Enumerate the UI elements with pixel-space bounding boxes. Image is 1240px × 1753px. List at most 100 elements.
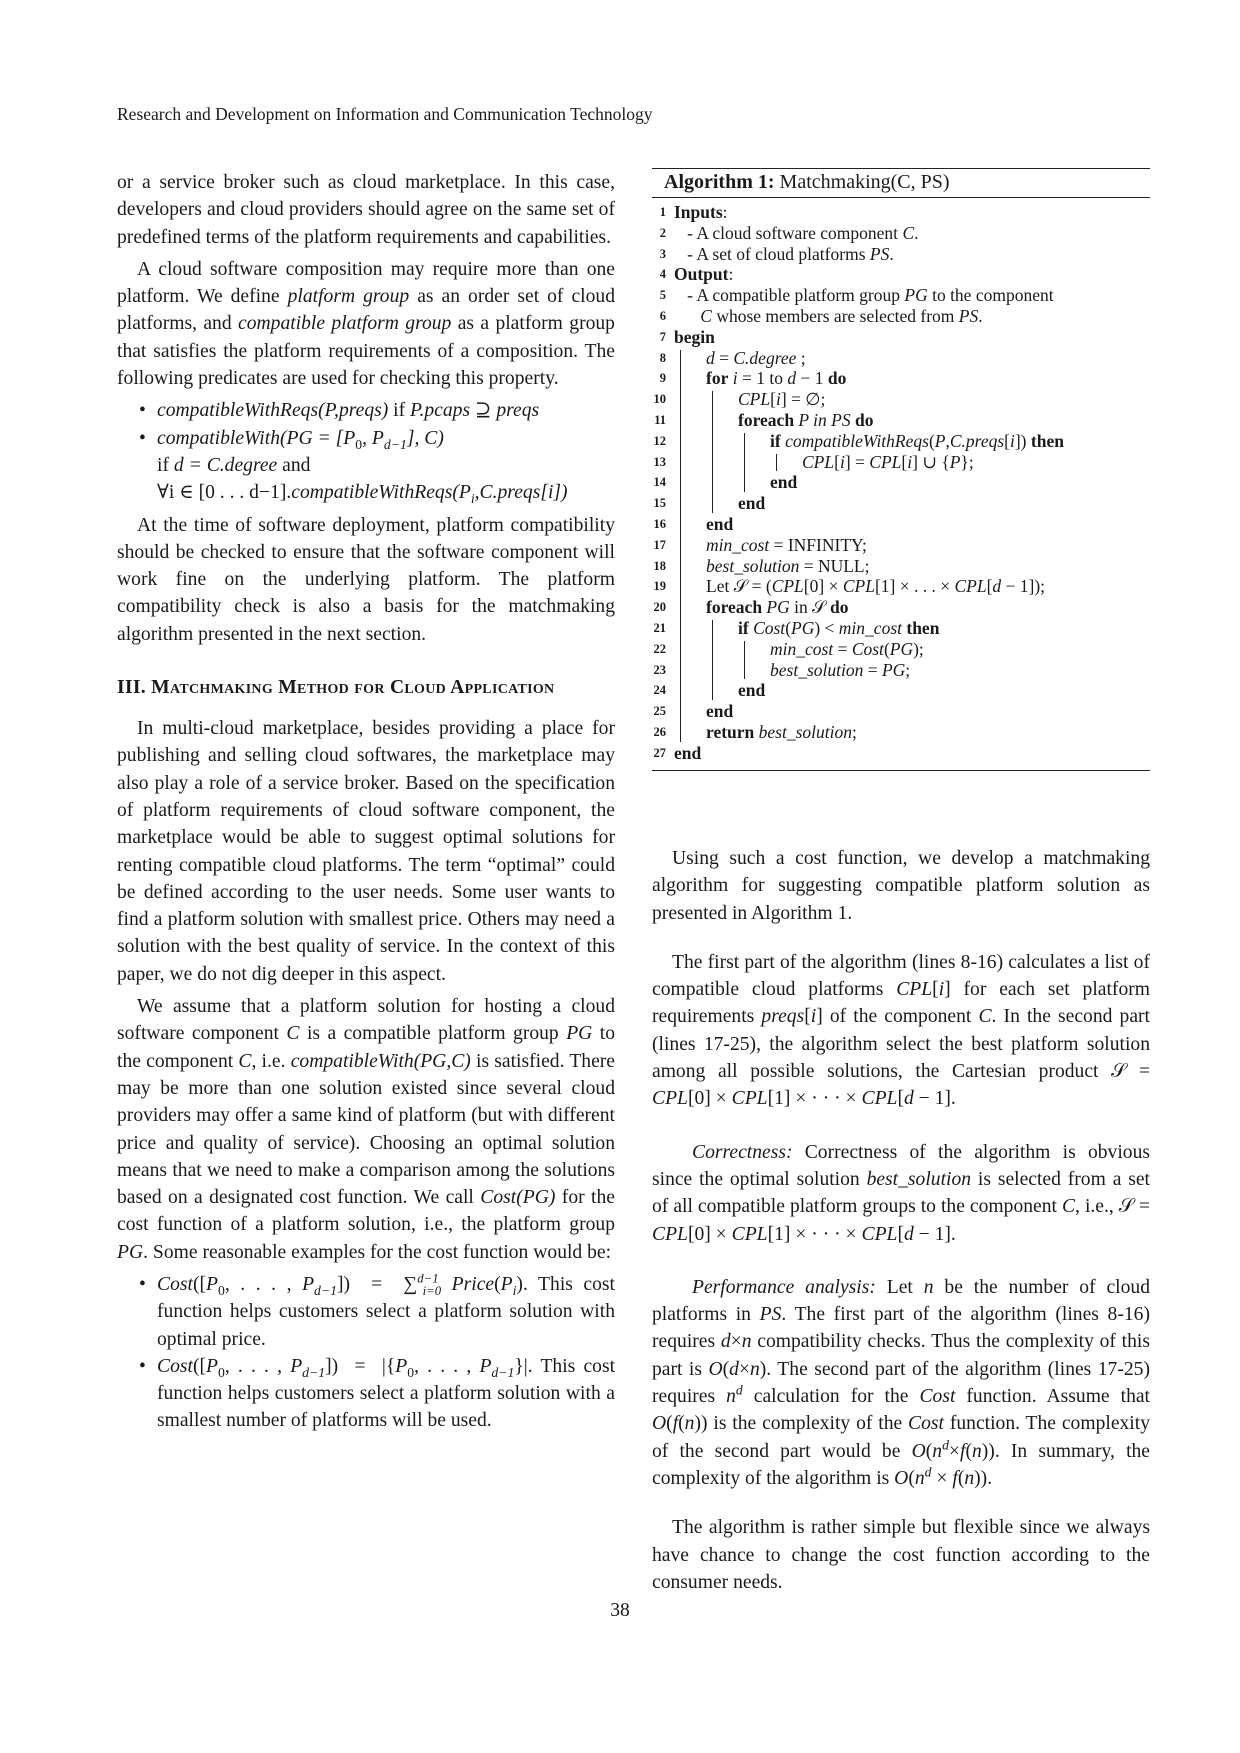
predicate-compatible-with: compatibleWith(PG = [P0, Pd−1], C) xyxy=(117,425,615,453)
line-code: - A set of cloud platforms PS. xyxy=(674,243,894,264)
algorithm-line: 9 for i = 1 to d − 1 do xyxy=(652,368,1150,389)
block-indent-bar xyxy=(744,640,745,680)
line-number: 15 xyxy=(653,496,667,511)
line-number: 20 xyxy=(653,600,667,615)
line-code: CPL[i] = CPL[i] ∪ {P}; xyxy=(802,451,974,472)
left-column: or a service broker such as cloud market… xyxy=(117,169,615,1435)
line-code: Let 𝒮 = (CPL[0] × CPL[1] × . . . × CPL[d… xyxy=(706,576,1046,597)
algorithm-line: 22 min_cost = Cost(PG); xyxy=(652,639,1150,660)
line-number: 10 xyxy=(653,392,667,407)
algorithm-line: 6 C whose members are selected from PS. xyxy=(652,306,1150,327)
paragraph-platform-group: A cloud software composition may require… xyxy=(117,258,615,390)
algorithm-line: 21 if Cost(PG) < min_cost then xyxy=(652,618,1150,639)
predicate-condition: if d = C.degree and xyxy=(157,454,311,476)
algorithm-line: 15 end xyxy=(652,493,1150,514)
line-number: 2 xyxy=(659,225,666,240)
paragraph: or a service broker such as cloud market… xyxy=(117,172,615,248)
line-number: 12 xyxy=(653,433,667,448)
algorithm-line: 14 end xyxy=(652,472,1150,493)
line-number: 14 xyxy=(653,475,667,490)
cost-function-price: Cost([P0, . . . , Pd−1]) = ∑d−1i=0 Price… xyxy=(117,1271,615,1353)
line-number: 4 xyxy=(659,267,666,282)
line-code: Inputs: xyxy=(674,202,728,222)
page-number: 38 xyxy=(610,1600,630,1621)
algorithm-line: 19 Let 𝒮 = (CPL[0] × CPL[1] × . . . × CPL… xyxy=(652,576,1150,597)
algorithm-line: 5 - A compatible platform group PG to th… xyxy=(652,285,1150,306)
running-header: Research and Development on Information … xyxy=(117,104,653,124)
line-number: 25 xyxy=(653,704,667,719)
line-number: 3 xyxy=(659,246,666,261)
line-number: 13 xyxy=(653,454,667,469)
line-code: best_solution = NULL; xyxy=(706,555,870,576)
paragraph: Using such a cost function, we develop a… xyxy=(652,848,1150,924)
line-number: 18 xyxy=(653,558,667,573)
line-code: C whose members are selected from PS. xyxy=(700,305,983,326)
line-number: 6 xyxy=(659,308,666,323)
algorithm-line: 25 end xyxy=(652,701,1150,722)
line-code: d = C.degree ; xyxy=(706,347,806,368)
line-number: 27 xyxy=(653,745,667,760)
predicate-compatible-with-reqs: compatibleWithReqs(P,preqs) if P.pcaps ⊇… xyxy=(117,397,615,425)
algorithm-line: 10 CPL[i] = ∅; xyxy=(652,389,1150,410)
predicate-condition-forall: ∀i ∈ [0 . . . d−1].compatibleWithReqs(Pi… xyxy=(157,482,568,507)
paragraph-cost-function: We assume that a platform solution for h… xyxy=(117,996,616,1263)
algorithm-title: Algorithm 1: Matchmaking(C, PS) xyxy=(652,169,1150,198)
line-number: 5 xyxy=(659,288,666,303)
line-number: 17 xyxy=(653,537,667,552)
cost-function-count: Cost([P0, . . . , Pd−1]) = |{P0, . . . ,… xyxy=(117,1353,615,1435)
algorithm-line: 18 best_solution = NULL; xyxy=(652,556,1150,577)
line-code: - A compatible platform group PG to the … xyxy=(674,285,1054,306)
line-code: Output: xyxy=(674,264,734,285)
algorithm-line: 27 end xyxy=(652,743,1150,764)
line-code: min_cost = Cost(PG); xyxy=(770,638,924,659)
line-number: 1 xyxy=(659,205,666,219)
line-number: 8 xyxy=(659,350,666,365)
algorithm-line: 4 Output: xyxy=(652,264,1150,285)
algorithm-line: 26 return best_solution; xyxy=(652,722,1150,743)
block-indent-bar xyxy=(776,453,777,472)
algorithm-line: 1 Inputs: xyxy=(652,202,1150,223)
line-code: return best_solution; xyxy=(706,721,857,742)
line-code: end xyxy=(706,701,734,722)
line-code: min_cost = INFINITY; xyxy=(706,534,867,555)
line-code: foreach PG in 𝒮 do xyxy=(706,597,849,618)
line-code: best_solution = PG; xyxy=(770,659,911,680)
algorithm-line: 20 foreach PG in 𝒮 do xyxy=(652,597,1150,618)
line-number: 26 xyxy=(653,724,667,739)
block-indent-bar xyxy=(744,432,745,493)
line-code: for i = 1 to d − 1 do xyxy=(706,368,847,389)
line-code: end xyxy=(738,493,766,514)
algorithm-line: 7 begin xyxy=(652,327,1150,348)
line-number: 21 xyxy=(653,620,667,635)
paragraph: The algorithm is rather simple but flexi… xyxy=(652,1517,1150,1593)
line-code: - A cloud software component C. xyxy=(674,222,919,243)
algorithm-line: 17 min_cost = INFINITY; xyxy=(652,535,1150,556)
line-number: 9 xyxy=(659,371,666,386)
algorithm-body: 1 Inputs: 2 - A cloud software component C… xyxy=(652,198,1150,771)
line-number: 24 xyxy=(653,683,667,698)
line-number: 23 xyxy=(653,662,667,677)
line-code: end xyxy=(674,742,702,763)
algorithm-line: 12 if compatibleWithReqs(P,C.preqs[i]) th… xyxy=(652,431,1150,452)
line-number: 22 xyxy=(653,641,667,656)
line-code: if Cost(PG) < min_cost then xyxy=(738,617,940,638)
paragraph-performance-analysis: Performance analysis: Let n be the numbe… xyxy=(652,1276,1151,1489)
algorithm-line: 23 best_solution = PG; xyxy=(652,660,1150,681)
line-code: end xyxy=(770,472,798,493)
line-code: end xyxy=(738,680,766,701)
line-code: if compatibleWithReqs(P,C.preqs[i]) then xyxy=(770,430,1064,451)
line-number: 7 xyxy=(659,329,666,344)
paragraph: In multi-cloud marketplace, besides prov… xyxy=(117,718,615,985)
paragraph-algorithm-explanation: The first part of the algorithm (lines 8… xyxy=(652,951,1151,1110)
algorithm-line: 8 d = C.degree ; xyxy=(652,348,1150,369)
algorithm-box: Algorithm 1: Matchmaking(C, PS) 1 Inputs:… xyxy=(652,168,1150,771)
block-indent-bar xyxy=(712,620,713,701)
algorithm-line: 3 - A set of cloud platforms PS. xyxy=(652,244,1150,265)
block-indent-bar xyxy=(680,349,681,742)
predicate-list: compatibleWithReqs(P,preqs) if P.pcaps ⊇… xyxy=(117,397,615,506)
right-column: Using such a cost function, we develop a… xyxy=(652,845,1150,1596)
line-number: 11 xyxy=(654,412,666,427)
algorithm-line: 16 end xyxy=(652,514,1150,535)
paragraph-correctness: Correctness: Correctness of the algorith… xyxy=(652,1141,1150,1245)
line-code: begin xyxy=(674,326,715,347)
